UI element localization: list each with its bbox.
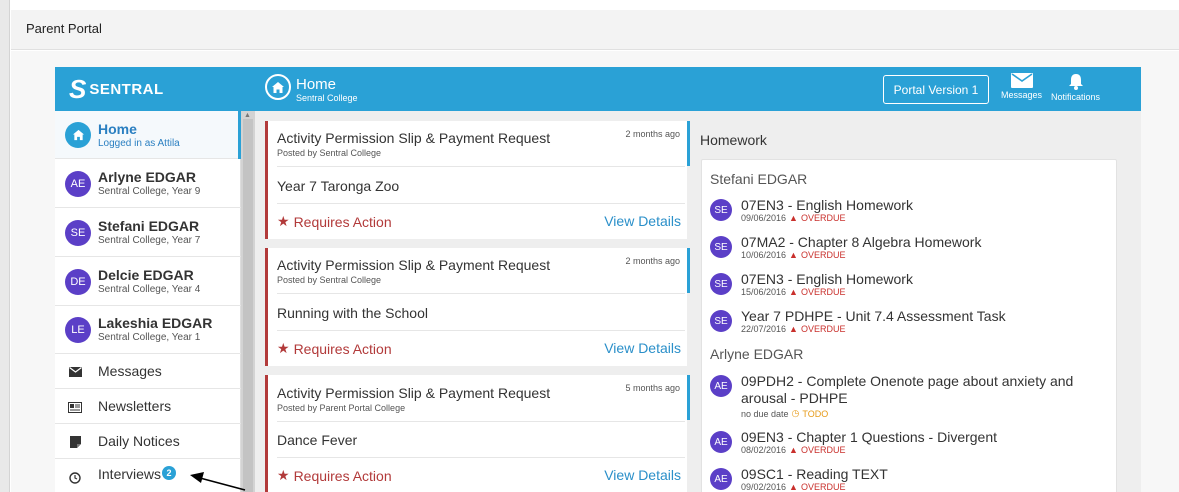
- screen: Parent Portal S SENTRAL Home Sentral Col…: [0, 0, 1179, 492]
- annotation-arrow: [190, 472, 246, 491]
